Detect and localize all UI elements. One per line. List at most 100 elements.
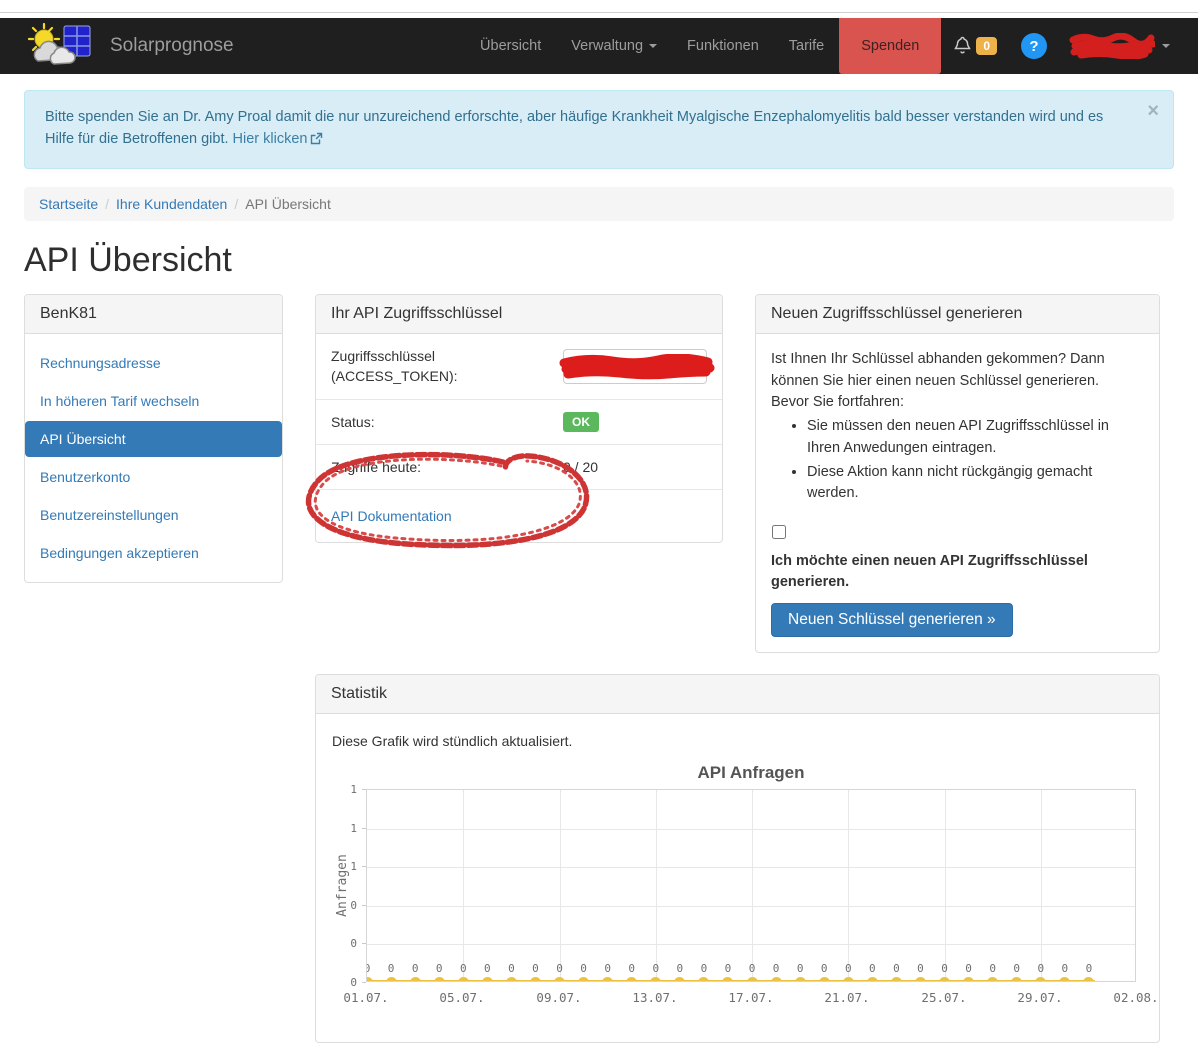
chart-gridline <box>367 829 1135 830</box>
sidebar-item-link[interactable]: In höheren Tarif wechseln <box>25 383 282 419</box>
generate-bullet: Sie müssen den neuen API Zugriffsschlüss… <box>807 416 1144 460</box>
chart-point-label: 0 <box>718 962 738 975</box>
caret-down-icon <box>1162 44 1170 48</box>
chart-point-label: 0 <box>910 962 930 975</box>
chart-data-point <box>867 977 878 982</box>
donate-button[interactable]: Spenden <box>839 18 941 74</box>
sidebar-item-link[interactable]: Benutzereinstellungen <box>25 497 282 533</box>
chart-point-label: 0 <box>862 962 882 975</box>
access-token-field[interactable]: 9 <box>563 349 707 384</box>
chart-point-label: 0 <box>477 962 497 975</box>
generate-intro: Ist Ihnen Ihr Schlüssel abhanden gekomme… <box>771 349 1144 393</box>
chart-y-tick-mark <box>362 866 366 867</box>
caret-down-icon <box>649 44 657 48</box>
chart-y-tick-label: 1 <box>331 822 357 835</box>
redacted-token-scribble <box>558 354 716 381</box>
user-menu[interactable] <box>1059 18 1180 74</box>
chart-data-point <box>386 977 397 982</box>
chart-y-tick-mark <box>362 789 366 790</box>
chart-gridline <box>752 790 753 981</box>
redacted-username-scribble <box>1069 33 1155 59</box>
chart-y-tick-mark <box>362 828 366 829</box>
sidebar-item-link[interactable]: Rechnungsadresse <box>25 345 282 381</box>
chart-gridline <box>463 790 464 981</box>
chart-point-label: 0 <box>429 962 449 975</box>
statistics-panel: Statistik Diese Grafik wird stündlich ak… <box>315 674 1160 1043</box>
chart-data-point <box>674 977 685 982</box>
statistics-panel-header: Statistik <box>316 675 1159 714</box>
chart-x-tick-label: 21.07. <box>807 990 887 1005</box>
chart-point-label: 0 <box>983 962 1003 975</box>
chart-gridline <box>1041 790 1042 981</box>
browser-top-strip <box>0 0 1198 13</box>
nav-item-tarife[interactable]: Tarife <box>774 18 839 74</box>
api-doc-link[interactable]: API Dokumentation <box>331 508 452 524</box>
breadcrumb-link[interactable]: Startseite <box>39 196 98 212</box>
chart-data-point <box>434 977 445 982</box>
chart-point-label: 0 <box>766 962 786 975</box>
chart-gridline <box>560 790 561 981</box>
chart-data-point <box>530 977 541 982</box>
chart-data-point <box>795 977 806 982</box>
chart-data-point <box>1035 977 1046 982</box>
status-row: Status: OK <box>316 399 722 444</box>
brand[interactable]: Solarprognose <box>18 18 240 74</box>
nav-menu: ÜbersichtVerwaltungFunktionenTarife <box>465 18 839 74</box>
chart-point-label: 0 <box>935 962 955 975</box>
chart-point-label: 0 <box>574 962 594 975</box>
nav-item-funktionen[interactable]: Funktionen <box>672 18 774 74</box>
sidebar-item-link[interactable]: Benutzerkonto <box>25 459 282 495</box>
help-button[interactable]: ? <box>1009 18 1059 74</box>
chart-data-point <box>578 977 589 982</box>
breadcrumb-link[interactable]: Ihre Kundendaten <box>116 196 227 212</box>
sidebar-item-link[interactable]: API Übersicht <box>25 421 282 457</box>
chart-data-point <box>602 977 613 982</box>
chart-x-tick-label: 17.07. <box>711 990 791 1005</box>
chart-point-label: 0 <box>742 962 762 975</box>
chart-data-point <box>771 977 782 982</box>
nav-item-verwaltung[interactable]: Verwaltung <box>556 18 672 74</box>
chart-point-label: 0 <box>622 962 642 975</box>
chart-y-tick-mark <box>362 943 366 944</box>
token-label: Zugriffsschlüssel (ACCESS_TOKEN): <box>331 346 563 387</box>
chart-data-point <box>722 977 733 982</box>
chart-gridline <box>656 790 657 981</box>
access-key-panel: Ihr API Zugriffsschlüssel Zugriffsschlüs… <box>315 294 723 543</box>
chart-data-point <box>1059 977 1070 982</box>
generate-bullet-list: Sie müssen den neuen API Zugriffsschlüss… <box>771 416 1144 505</box>
chart-x-tick-label: 05.07. <box>422 990 502 1005</box>
chart-y-tick-label: 0 <box>331 937 357 950</box>
generate-key-panel: Neuen Zugriffsschlüssel generieren Ist I… <box>755 294 1160 653</box>
confirm-checkbox[interactable] <box>772 525 786 539</box>
chart-gridline <box>848 790 849 981</box>
sidebar-item: Rechnungsadresse <box>25 345 282 381</box>
chart-point-label: 0 <box>646 962 666 975</box>
breadcrumb-separator: / <box>227 196 245 212</box>
chart-y-tick-mark <box>362 982 366 983</box>
notifications-button[interactable]: 0 <box>941 18 1009 74</box>
chart-y-tick-label: 0 <box>331 899 357 912</box>
chart-x-tick-label: 25.07. <box>904 990 984 1005</box>
chart-data-point <box>650 977 661 982</box>
chart-y-tick-label: 1 <box>331 783 357 796</box>
chart-data-point <box>626 977 637 982</box>
sidebar-item-link[interactable]: Bedingungen akzeptieren <box>25 535 282 571</box>
bell-icon <box>953 35 972 58</box>
alert-link[interactable]: Hier klicken <box>233 131 308 147</box>
chart-data-point <box>506 977 517 982</box>
brand-title: Solarprognose <box>110 35 234 57</box>
chart-point-label: 0 <box>959 962 979 975</box>
breadcrumb: Startseite/Ihre Kundendaten/API Übersich… <box>24 187 1174 221</box>
account-panel-header: BenK81 <box>25 295 282 334</box>
close-icon[interactable]: × <box>1147 101 1159 121</box>
chart-point-label: 0 <box>405 962 425 975</box>
breadcrumb-separator: / <box>98 196 116 212</box>
nav-item-übersicht[interactable]: Übersicht <box>465 18 556 74</box>
chart-data-point <box>963 977 974 982</box>
chart-data-point <box>939 977 950 982</box>
status-badge: OK <box>563 412 599 432</box>
chart-point-label: 0 <box>381 962 401 975</box>
chart-gridline <box>367 906 1135 907</box>
statistics-note: Diese Grafik wird stündlich aktualisiert… <box>332 733 1144 749</box>
generate-key-button[interactable]: Neuen Schlüssel generieren » <box>771 603 1013 637</box>
